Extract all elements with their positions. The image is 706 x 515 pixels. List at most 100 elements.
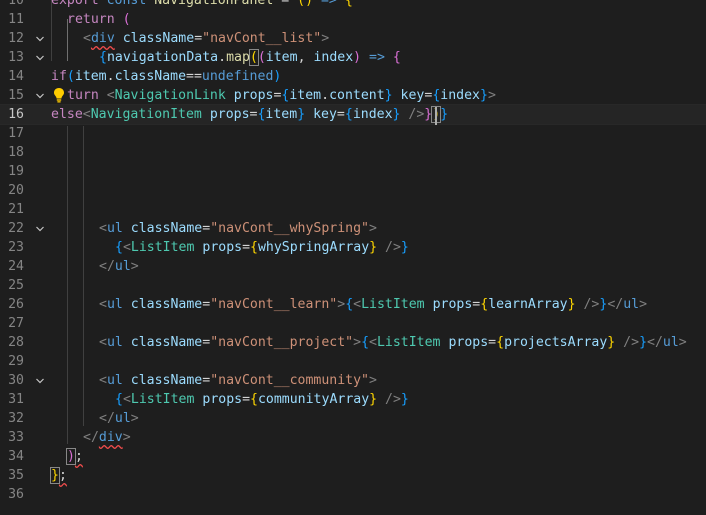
code-token: NavigationPanel bbox=[154, 0, 274, 8]
fold-chevron-icon[interactable] bbox=[34, 220, 46, 237]
code-token: /> bbox=[377, 240, 401, 255]
code-token: { bbox=[250, 392, 258, 407]
code-token: < bbox=[99, 335, 107, 350]
code-token: index bbox=[313, 50, 354, 65]
code-line[interactable]: 14 if(item.className==undefined) bbox=[0, 67, 706, 86]
code-token: > bbox=[122, 430, 131, 445]
line-number: 11 bbox=[8, 12, 24, 27]
code-token: "navCont__whySpring" bbox=[210, 221, 369, 236]
code-token: } bbox=[400, 240, 409, 255]
line-number: 21 bbox=[8, 202, 24, 217]
code-token: "navCont__learn" bbox=[210, 297, 338, 312]
code-line[interactable]: 10 export const NavigationPanel = () => { bbox=[0, 0, 706, 10]
code-token: , bbox=[297, 50, 314, 65]
line-code: <div className="navCont__list"> bbox=[83, 29, 329, 48]
code-token: whySpringArray bbox=[257, 240, 370, 255]
code-token: } bbox=[297, 107, 306, 122]
code-token: ul bbox=[623, 297, 640, 312]
code-token: { bbox=[344, 0, 353, 8]
code-line[interactable]: 30 <ul className="navCont__community"> bbox=[0, 371, 706, 390]
line-number: 35 bbox=[8, 468, 24, 483]
code-line[interactable]: 24 </ul> bbox=[0, 257, 706, 276]
code-token: < bbox=[122, 392, 131, 407]
code-token: ul bbox=[106, 297, 123, 312]
code-token: { bbox=[115, 240, 123, 255]
line-code: </ul> bbox=[99, 257, 139, 276]
code-token: props bbox=[424, 297, 473, 312]
code-line[interactable]: 17 bbox=[0, 124, 706, 143]
code-token: ListItem bbox=[130, 240, 195, 255]
code-line[interactable]: 21 bbox=[0, 200, 706, 219]
code-line[interactable]: 35}; bbox=[0, 466, 706, 485]
line-number: 24 bbox=[8, 259, 24, 274]
code-line[interactable]: 25 bbox=[0, 276, 706, 295]
code-token: ; bbox=[74, 449, 83, 464]
code-token: learnArray bbox=[488, 297, 568, 312]
code-token: { bbox=[480, 297, 489, 312]
code-line[interactable]: 11 return ( bbox=[0, 10, 706, 29]
code-line[interactable]: 29 bbox=[0, 352, 706, 371]
code-line[interactable]: 15 turn <NavigationLink props={item.conte… bbox=[0, 86, 706, 105]
code-token: props bbox=[440, 335, 489, 350]
code-token: ) bbox=[273, 69, 282, 84]
code-line[interactable]: 23 {<ListItem props={whySpringArray} />} bbox=[0, 238, 706, 257]
code-token: = bbox=[336, 107, 345, 122]
fold-chevron-icon[interactable] bbox=[34, 30, 46, 47]
code-token: map bbox=[226, 50, 250, 65]
line-number: 10 bbox=[8, 0, 24, 8]
code-token: = bbox=[202, 221, 211, 236]
code-token: "navCont__community" bbox=[210, 373, 369, 388]
code-line[interactable]: 12 <div className="navCont__list"> bbox=[0, 29, 706, 48]
code-token: < bbox=[122, 240, 131, 255]
code-token: } bbox=[400, 392, 409, 407]
code-token: return bbox=[67, 12, 123, 27]
code-token: > bbox=[369, 373, 377, 388]
code-token: => bbox=[313, 0, 345, 8]
code-token: < bbox=[83, 31, 91, 46]
code-line[interactable]: 34); bbox=[0, 447, 706, 466]
code-line[interactable]: 26 <ul className="navCont__learn">{<ListI… bbox=[0, 295, 706, 314]
code-editor[interactable]: 10 export const NavigationPanel = () => {… bbox=[0, 0, 706, 515]
code-token: } bbox=[440, 107, 449, 122]
line-code: {<ListItem props={whySpringArray} />} bbox=[115, 238, 409, 257]
code-token: } bbox=[639, 335, 648, 350]
code-token: > bbox=[639, 297, 648, 312]
code-token: = bbox=[242, 392, 251, 407]
code-token: content bbox=[329, 88, 385, 103]
code-token: item bbox=[265, 50, 298, 65]
code-line-current[interactable]: 16 else<NavigationItem props={item} key={… bbox=[0, 104, 706, 125]
code-line[interactable]: 20 bbox=[0, 181, 706, 200]
code-token: < bbox=[353, 297, 362, 312]
code-line[interactable]: 13 {navigationData.map((item, index) => { bbox=[0, 48, 706, 67]
code-token: { bbox=[344, 107, 353, 122]
code-line[interactable]: 27 bbox=[0, 314, 706, 333]
code-token: ; bbox=[58, 468, 67, 483]
code-line[interactable]: 28 <ul className="navCont__project">{<Lis… bbox=[0, 333, 706, 352]
line-number: 32 bbox=[8, 411, 24, 426]
code-token: { bbox=[250, 240, 258, 255]
code-line[interactable]: 32 </ul> bbox=[0, 409, 706, 428]
code-token: = bbox=[202, 297, 211, 312]
code-line[interactable]: 31 {<ListItem props={communityArray} />} bbox=[0, 390, 706, 409]
fold-chevron-icon[interactable] bbox=[34, 49, 46, 66]
code-token: className bbox=[122, 335, 203, 350]
code-token: < bbox=[369, 335, 377, 350]
code-line[interactable]: 33 </div> bbox=[0, 428, 706, 447]
code-line[interactable]: 22 <ul className="navCont__whySpring"> bbox=[0, 219, 706, 238]
code-token: < bbox=[99, 221, 107, 236]
code-token: ul bbox=[106, 335, 123, 350]
line-number: 13 bbox=[8, 50, 24, 65]
code-token: = bbox=[488, 335, 497, 350]
code-token: undefined bbox=[201, 69, 274, 84]
code-token: ul bbox=[114, 411, 131, 426]
fold-chevron-icon[interactable] bbox=[34, 372, 46, 389]
code-line[interactable]: 18 bbox=[0, 143, 706, 162]
fold-chevron-icon[interactable] bbox=[34, 87, 46, 104]
code-token: "navCont__project" bbox=[210, 335, 354, 350]
code-token: className bbox=[114, 69, 187, 84]
code-token: > bbox=[369, 221, 377, 236]
code-line[interactable]: 36 bbox=[0, 485, 706, 504]
code-line[interactable]: 19 bbox=[0, 162, 706, 181]
code-token: if bbox=[51, 69, 67, 84]
lightbulb-icon[interactable] bbox=[53, 87, 65, 103]
